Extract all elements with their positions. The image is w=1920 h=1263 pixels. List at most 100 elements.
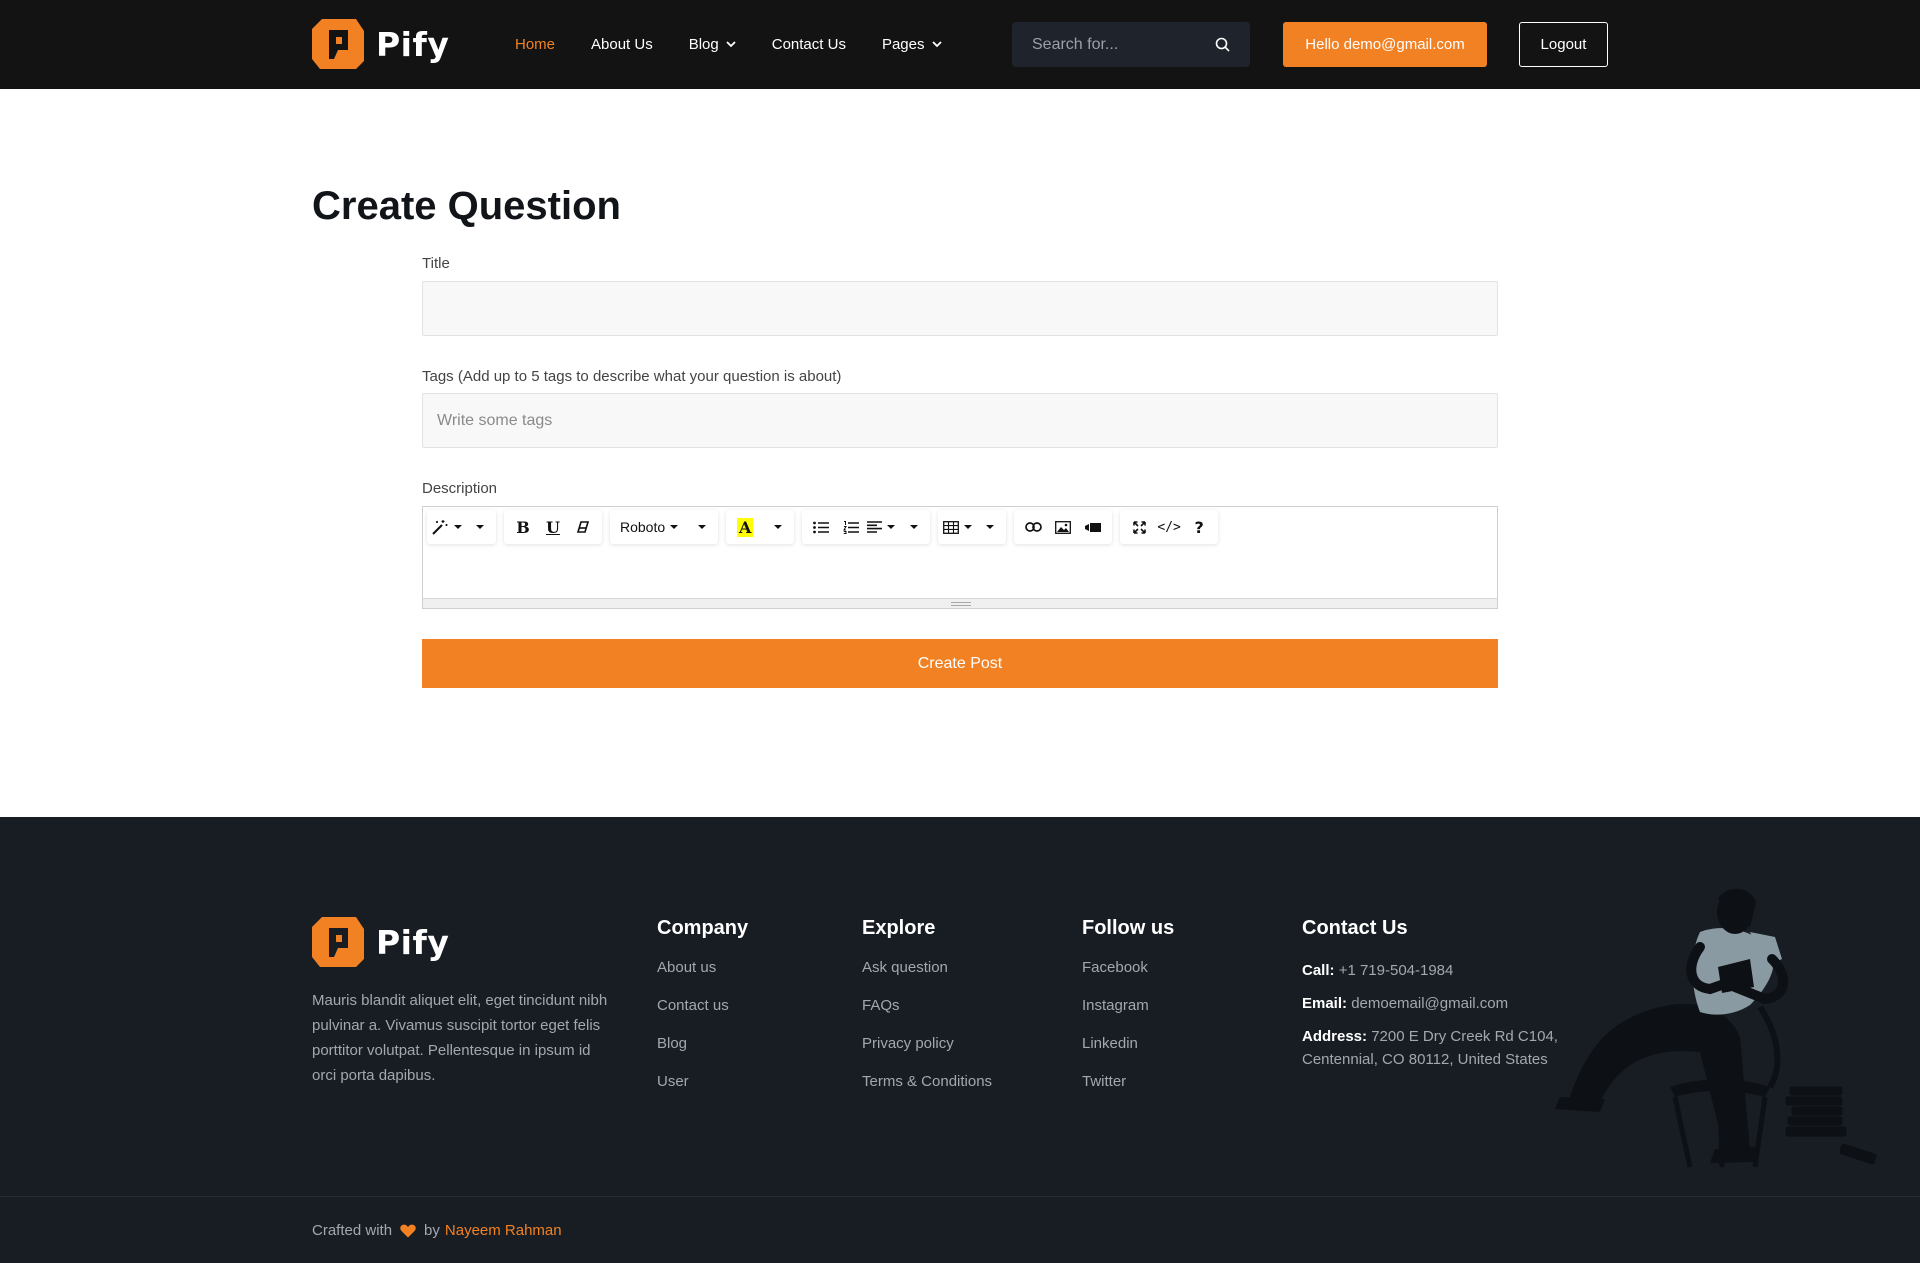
footer-link-ask-question[interactable]: Ask question xyxy=(862,959,992,997)
table-button[interactable] xyxy=(942,512,972,542)
fullscreen-button[interactable] xyxy=(1124,512,1154,542)
editor-content-area[interactable] xyxy=(423,551,1497,599)
call-label: Call: xyxy=(1302,962,1335,979)
tags-input[interactable] xyxy=(422,393,1498,448)
unordered-list-button[interactable] xyxy=(806,512,836,542)
contact-address: Address: 7200 E Dry Creek Rd C104, Cente… xyxy=(1302,1025,1572,1071)
insert-link-button[interactable] xyxy=(1018,512,1048,542)
footer-link-faqs[interactable]: FAQs xyxy=(862,997,992,1035)
tags-label: Tags (Add up to 5 tags to describe what … xyxy=(422,368,842,385)
footer-link-linkedin[interactable]: Linkedin xyxy=(1082,1035,1174,1073)
footer-company: Company About us Contact us Blog User xyxy=(657,917,748,1111)
para-caret[interactable] xyxy=(896,512,926,542)
contact-call: Call: +1 719-504-1984 xyxy=(1302,959,1572,982)
insert-image-button[interactable] xyxy=(1048,512,1078,542)
grip-icon xyxy=(951,602,971,606)
video-icon xyxy=(1085,522,1102,532)
text-color-icon: A xyxy=(736,517,754,537)
user-account-button[interactable]: Hello demo@gmail.com xyxy=(1283,22,1487,67)
call-value: +1 719-504-1984 xyxy=(1338,962,1454,979)
caret-icon xyxy=(963,525,972,529)
code-view-button[interactable]: </> xyxy=(1154,512,1184,542)
nav-about-us[interactable]: About Us xyxy=(591,36,653,53)
contact-email: Email: demoemail@gmail.com xyxy=(1302,992,1572,1015)
clear-format-button[interactable] xyxy=(568,512,598,542)
heart-icon xyxy=(400,1224,416,1237)
style-button[interactable] xyxy=(431,512,462,542)
nav-blog[interactable]: Blog xyxy=(689,36,736,53)
insert-video-button[interactable] xyxy=(1078,512,1108,542)
help-icon: ? xyxy=(1194,517,1204,537)
credit-author-link[interactable]: Nayeem Rahman xyxy=(445,1222,562,1239)
email-value: demoemail@gmail.com xyxy=(1351,995,1509,1012)
table-caret[interactable] xyxy=(972,512,1002,542)
search-icon[interactable] xyxy=(1215,37,1230,52)
footer-link-privacy-policy[interactable]: Privacy policy xyxy=(862,1035,992,1073)
style-group xyxy=(427,510,496,544)
font-more-caret[interactable] xyxy=(684,512,714,542)
footer-link-blog[interactable]: Blog xyxy=(657,1035,748,1073)
format-group: B U xyxy=(504,510,602,544)
footer-about-text: Mauris blandit aliquet elit, eget tincid… xyxy=(312,992,608,1084)
address-label: Address: xyxy=(1302,1028,1368,1045)
site-logo[interactable]: Pify xyxy=(312,19,449,69)
footer-link-instagram[interactable]: Instagram xyxy=(1082,997,1174,1035)
footer-explore: Explore Ask question FAQs Privacy policy… xyxy=(862,917,992,1111)
footer-link-user[interactable]: User xyxy=(657,1073,748,1111)
email-label: Email: xyxy=(1302,995,1348,1012)
para-group xyxy=(802,510,931,544)
caret-icon xyxy=(773,525,782,529)
caret-icon xyxy=(475,525,484,529)
bullet-list-icon xyxy=(813,521,830,533)
caret-icon xyxy=(909,525,918,529)
logo-icon xyxy=(312,19,364,69)
caret-icon xyxy=(454,525,462,529)
align-left-icon xyxy=(867,521,883,533)
font-family-value: Roboto xyxy=(620,519,666,535)
search-input[interactable] xyxy=(1032,22,1212,67)
align-button[interactable] xyxy=(866,512,896,542)
footer-logo[interactable]: Pify xyxy=(312,917,449,967)
footer-link-facebook[interactable]: Facebook xyxy=(1082,959,1174,997)
color-caret[interactable] xyxy=(760,512,790,542)
footer-company-title: Company xyxy=(657,917,749,939)
footer-contact: Contact Us Call: +1 719-504-1984 Email: … xyxy=(1302,917,1572,1081)
title-input[interactable] xyxy=(422,281,1498,336)
insert-group xyxy=(1014,510,1113,544)
image-icon xyxy=(1055,520,1072,534)
link-icon xyxy=(1024,522,1042,532)
footer-explore-title: Explore xyxy=(862,917,936,939)
caret-icon xyxy=(985,525,994,529)
caret-icon xyxy=(670,525,679,529)
more-caret[interactable] xyxy=(462,512,492,542)
nav-home[interactable]: Home xyxy=(515,36,555,53)
view-group: </> ? xyxy=(1120,510,1219,544)
create-post-button[interactable]: Create Post xyxy=(422,639,1498,688)
magic-wand-icon xyxy=(432,520,448,535)
credit-by: by xyxy=(424,1222,440,1239)
nav-contact-us[interactable]: Contact Us xyxy=(772,36,846,53)
footer-link-contact-us[interactable]: Contact us xyxy=(657,997,748,1035)
ordered-list-button[interactable] xyxy=(836,512,866,542)
editor-resize-handle[interactable] xyxy=(423,598,1497,608)
chevron-down-icon xyxy=(726,41,736,48)
code-view-icon: </> xyxy=(1157,519,1181,535)
bold-button[interactable]: B xyxy=(508,512,538,542)
help-button[interactable]: ? xyxy=(1184,512,1214,542)
chevron-down-icon xyxy=(931,41,942,48)
brand-name: Pify xyxy=(376,24,450,64)
fullscreen-icon xyxy=(1132,520,1146,534)
text-color-button[interactable]: A xyxy=(730,512,760,542)
font-family-select[interactable]: Roboto xyxy=(614,512,684,542)
nav-pages[interactable]: Pages xyxy=(882,36,942,53)
logout-button[interactable]: Logout xyxy=(1519,22,1608,67)
credit-prefix: Crafted with xyxy=(312,1222,393,1239)
footer-link-about-us[interactable]: About us xyxy=(657,959,748,997)
underline-button[interactable]: U xyxy=(538,512,568,542)
footer-divider xyxy=(0,1196,1920,1197)
footer-follow-title: Follow us xyxy=(1082,917,1175,939)
search-box xyxy=(1012,22,1250,67)
eraser-icon xyxy=(576,521,590,533)
footer-link-twitter[interactable]: Twitter xyxy=(1082,1073,1174,1111)
footer-link-terms[interactable]: Terms & Conditions xyxy=(862,1073,992,1111)
